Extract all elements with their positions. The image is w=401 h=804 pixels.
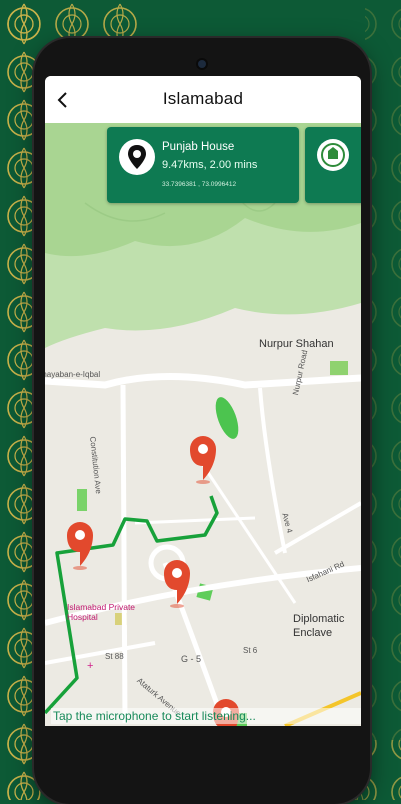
emblem-icon: [317, 139, 349, 171]
place-card-next[interactable]: [305, 127, 361, 203]
label-hospital: Islamabad Private Hospital: [67, 602, 136, 622]
label-khayaban: Khayaban-e-Iqbal: [45, 370, 101, 379]
label-diplomatic: Diplomatic Enclave: [293, 613, 345, 639]
page-title: Islamabad: [162, 89, 244, 108]
voice-hint: Tap the microphone to start listening...: [51, 708, 361, 724]
top-app-bar: Islamabad: [45, 76, 361, 123]
label-g5: G - 5: [181, 654, 202, 664]
label-st88: St 88: [105, 652, 124, 661]
place-name: Punjab House: [162, 141, 235, 153]
place-card[interactable]: Punjab House 9.47kms, 2.00 mins 33.73963…: [107, 127, 299, 203]
place-coordinates: 33.7396381 , 73.0996412: [162, 181, 237, 188]
app-screen: Islamabad + Nurpur Shahan ayaban-e-Iqbal…: [45, 76, 361, 726]
label-nurpur-shahan: Nurpur Shahan: [259, 338, 334, 350]
place-distance: 9.47kms, 2.00 mins: [162, 159, 258, 171]
phone-bottom-bezel: [45, 726, 361, 756]
location-pin-icon: [119, 139, 155, 175]
label-st6: St 6: [243, 646, 258, 655]
hospital-icon: +: [87, 660, 93, 672]
front-camera: [198, 60, 206, 68]
